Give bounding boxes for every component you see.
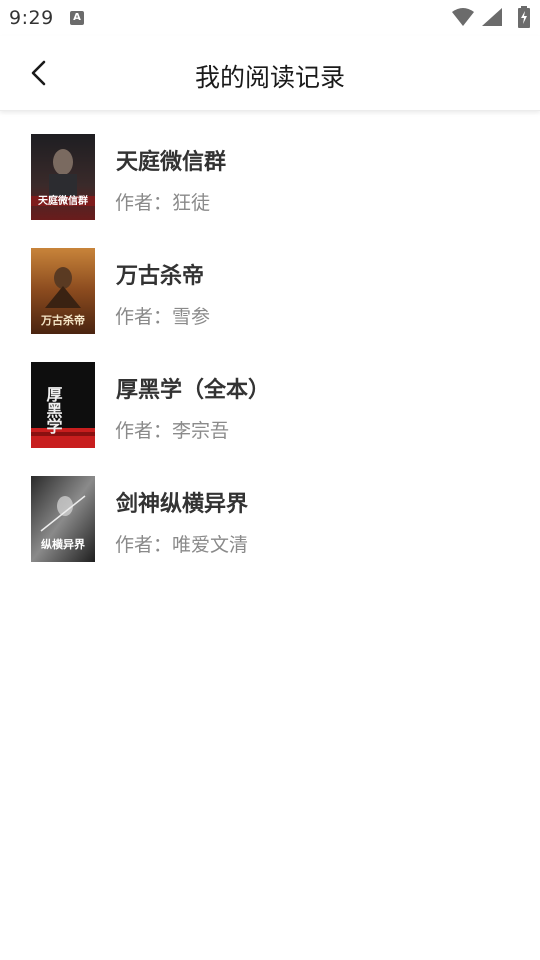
cover-title: 纵横异界 — [41, 537, 85, 551]
wifi-icon — [452, 8, 474, 26]
book-cover: 天庭微信群 — [31, 134, 95, 220]
book-cover: 厚黑学 — [31, 362, 95, 448]
author-label: 作者： — [115, 420, 173, 442]
page-title: 我的阅读记录 — [194, 63, 345, 92]
author-label: 作者： — [115, 534, 173, 556]
signal-icon — [482, 8, 502, 26]
book-cover: 万古杀帝 — [31, 248, 95, 334]
book-cover: 纵横异界 — [31, 476, 95, 562]
book-title: 厚黑学（全本） — [116, 378, 271, 403]
author-name: 唯爱文清 — [172, 534, 249, 556]
book-author: 作者：雪参 — [115, 302, 210, 329]
author-name: 雪参 — [172, 306, 211, 328]
status-bar: 9:29 A — [0, 0, 540, 36]
book-item[interactable]: 厚黑学 厚黑学（全本） 作者：李宗吾 — [0, 348, 540, 462]
book-author: 作者：李宗吾 — [115, 416, 229, 443]
author-name: 狂徒 — [172, 192, 211, 214]
cover-title: 厚黑学 — [44, 386, 63, 435]
app-bar: 我的阅读记录 — [0, 36, 540, 111]
author-name: 李宗吾 — [172, 420, 230, 442]
notification-icon: A — [70, 11, 84, 25]
book-item[interactable]: 天庭微信群 天庭微信群 作者：狂徒 — [0, 120, 540, 234]
author-label: 作者： — [115, 192, 173, 214]
book-title: 天庭微信群 — [116, 150, 227, 175]
battery-charging-icon — [518, 6, 530, 28]
cover-title: 万古杀帝 — [40, 313, 85, 327]
book-title: 万古杀帝 — [116, 264, 205, 289]
book-item[interactable]: 纵横异界 剑神纵横异界 作者：唯爱文清 — [0, 462, 540, 576]
book-title: 剑神纵横异界 — [116, 492, 249, 517]
cover-title: 天庭微信群 — [38, 194, 88, 207]
status-time: 9:29 — [9, 7, 54, 29]
book-author: 作者：唯爱文清 — [115, 530, 248, 557]
book-item[interactable]: 万古杀帝 万古杀帝 作者：雪参 — [0, 234, 540, 348]
author-label: 作者： — [115, 306, 173, 328]
reading-history-list: 天庭微信群 天庭微信群 作者：狂徒 万古杀帝 万古杀帝 作者：雪参 厚黑学 厚黑… — [0, 120, 540, 576]
book-author: 作者：狂徒 — [115, 188, 210, 215]
